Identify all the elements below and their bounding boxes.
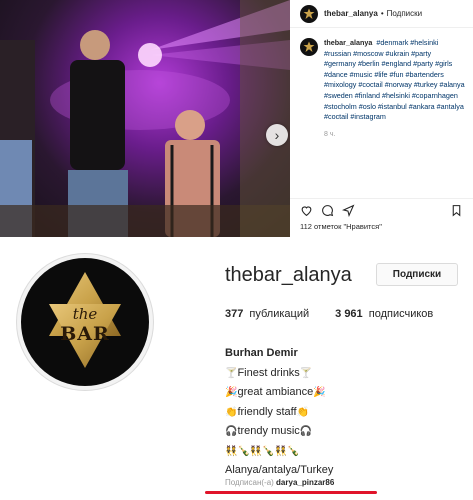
heart-icon[interactable] [300, 204, 313, 217]
clapping-hands-icon: 👏 [296, 406, 310, 418]
caption-text: thebar_alanya #denmark #helsinki #russia… [324, 38, 465, 123]
profile-full-name: Burhan Demir [225, 347, 298, 359]
chevron-right-icon: › [274, 127, 280, 143]
followers-stat[interactable]: 3 961 подписчиков [335, 308, 433, 320]
bio-line-text: Finest drinks [237, 366, 300, 379]
star-logo-icon [303, 8, 315, 19]
caption-username[interactable]: thebar_alanya [324, 38, 372, 47]
profile-bio: Burhan Demir 🍸Finest drinks🍸 🎉great ambi… [225, 344, 465, 481]
cocktail-icon: 🍸 [299, 367, 313, 379]
header-separator: • [380, 9, 384, 18]
posts-label: публикаций [249, 308, 310, 320]
bio-line-text: trendy music [237, 425, 300, 437]
logo-text-the: the [72, 305, 98, 323]
followed-by-user[interactable]: darya_pinzar86 [276, 478, 334, 487]
star-logo-icon [303, 41, 315, 52]
post-sidebar: thebar_alanya • Подписки thebar_alanya #… [290, 0, 473, 237]
following-button[interactable]: Подписки [376, 263, 458, 286]
profile-username: thebar_alanya [225, 264, 352, 286]
followers-label[interactable]: подписчиков [369, 308, 434, 320]
post-photo[interactable]: › [0, 0, 290, 237]
likes-count[interactable]: 112 отметок "Нравится" [300, 222, 382, 231]
bio-line: 🎉great ambiance🎉 [225, 383, 465, 403]
bio-line: 🍸Finest drinks🍸 [225, 364, 465, 384]
cocktail-icon: 🍸 [225, 367, 238, 379]
logo-text-bar: BAR [60, 323, 110, 345]
bio-line-text: great ambiance [237, 386, 314, 398]
posts-stat: 377 публикаций [225, 308, 309, 320]
avatar[interactable] [300, 4, 318, 23]
posts-count: 377 [225, 308, 244, 320]
headphones-icon: 🎧 [225, 426, 238, 437]
post-actions [290, 198, 473, 218]
post-header-username[interactable]: thebar_alanya [324, 9, 378, 18]
highlight-underline [205, 491, 377, 494]
caption-avatar[interactable] [300, 38, 318, 56]
followed-by[interactable]: Подписан(-а) darya_pinzar86 [225, 478, 334, 487]
party-popper-icon: 🎉 [313, 387, 326, 398]
bio-line: 👏friendly staff👏 [225, 403, 465, 423]
bio-line-text: friendly staff [237, 405, 297, 418]
bio-line: 🎧trendy music🎧 [225, 422, 465, 442]
clapping-hands-icon: 👏 [225, 406, 238, 418]
post-time[interactable]: 8 ч. [324, 131, 473, 138]
following-link[interactable]: Подписки [387, 9, 422, 18]
party-popper-icon: 🎉 [225, 387, 238, 398]
dancers-champagne-icon: 👯🍾👯🍾👯🍾 [225, 445, 300, 457]
followed-by-label: Подписан(-а) [225, 478, 274, 487]
share-icon[interactable] [341, 204, 355, 218]
comment-icon[interactable] [321, 204, 334, 217]
caption-hashtags[interactable]: #denmark #helsinki #russian #moscow #ukr… [324, 38, 465, 121]
profile-stats: 377 публикаций 3 961 подписчиков [225, 308, 459, 320]
profile-header: the BAR thebar_alanya Подписки 377 публи… [0, 238, 473, 500]
followers-count[interactable]: 3 961 [335, 308, 363, 320]
post-header: thebar_alanya • Подписки [290, 0, 473, 28]
bookmark-icon[interactable] [450, 204, 463, 217]
next-photo-button[interactable]: › [266, 124, 288, 146]
bio-line: 👯🍾👯🍾👯🍾 [225, 442, 465, 462]
post-view: › thebar_alanya • Подписки thebar_alanya… [0, 0, 473, 237]
post-caption: thebar_alanya #denmark #helsinki #russia… [290, 28, 473, 123]
profile-avatar[interactable]: the BAR [17, 254, 153, 390]
headphones-icon: 🎧 [299, 426, 313, 437]
